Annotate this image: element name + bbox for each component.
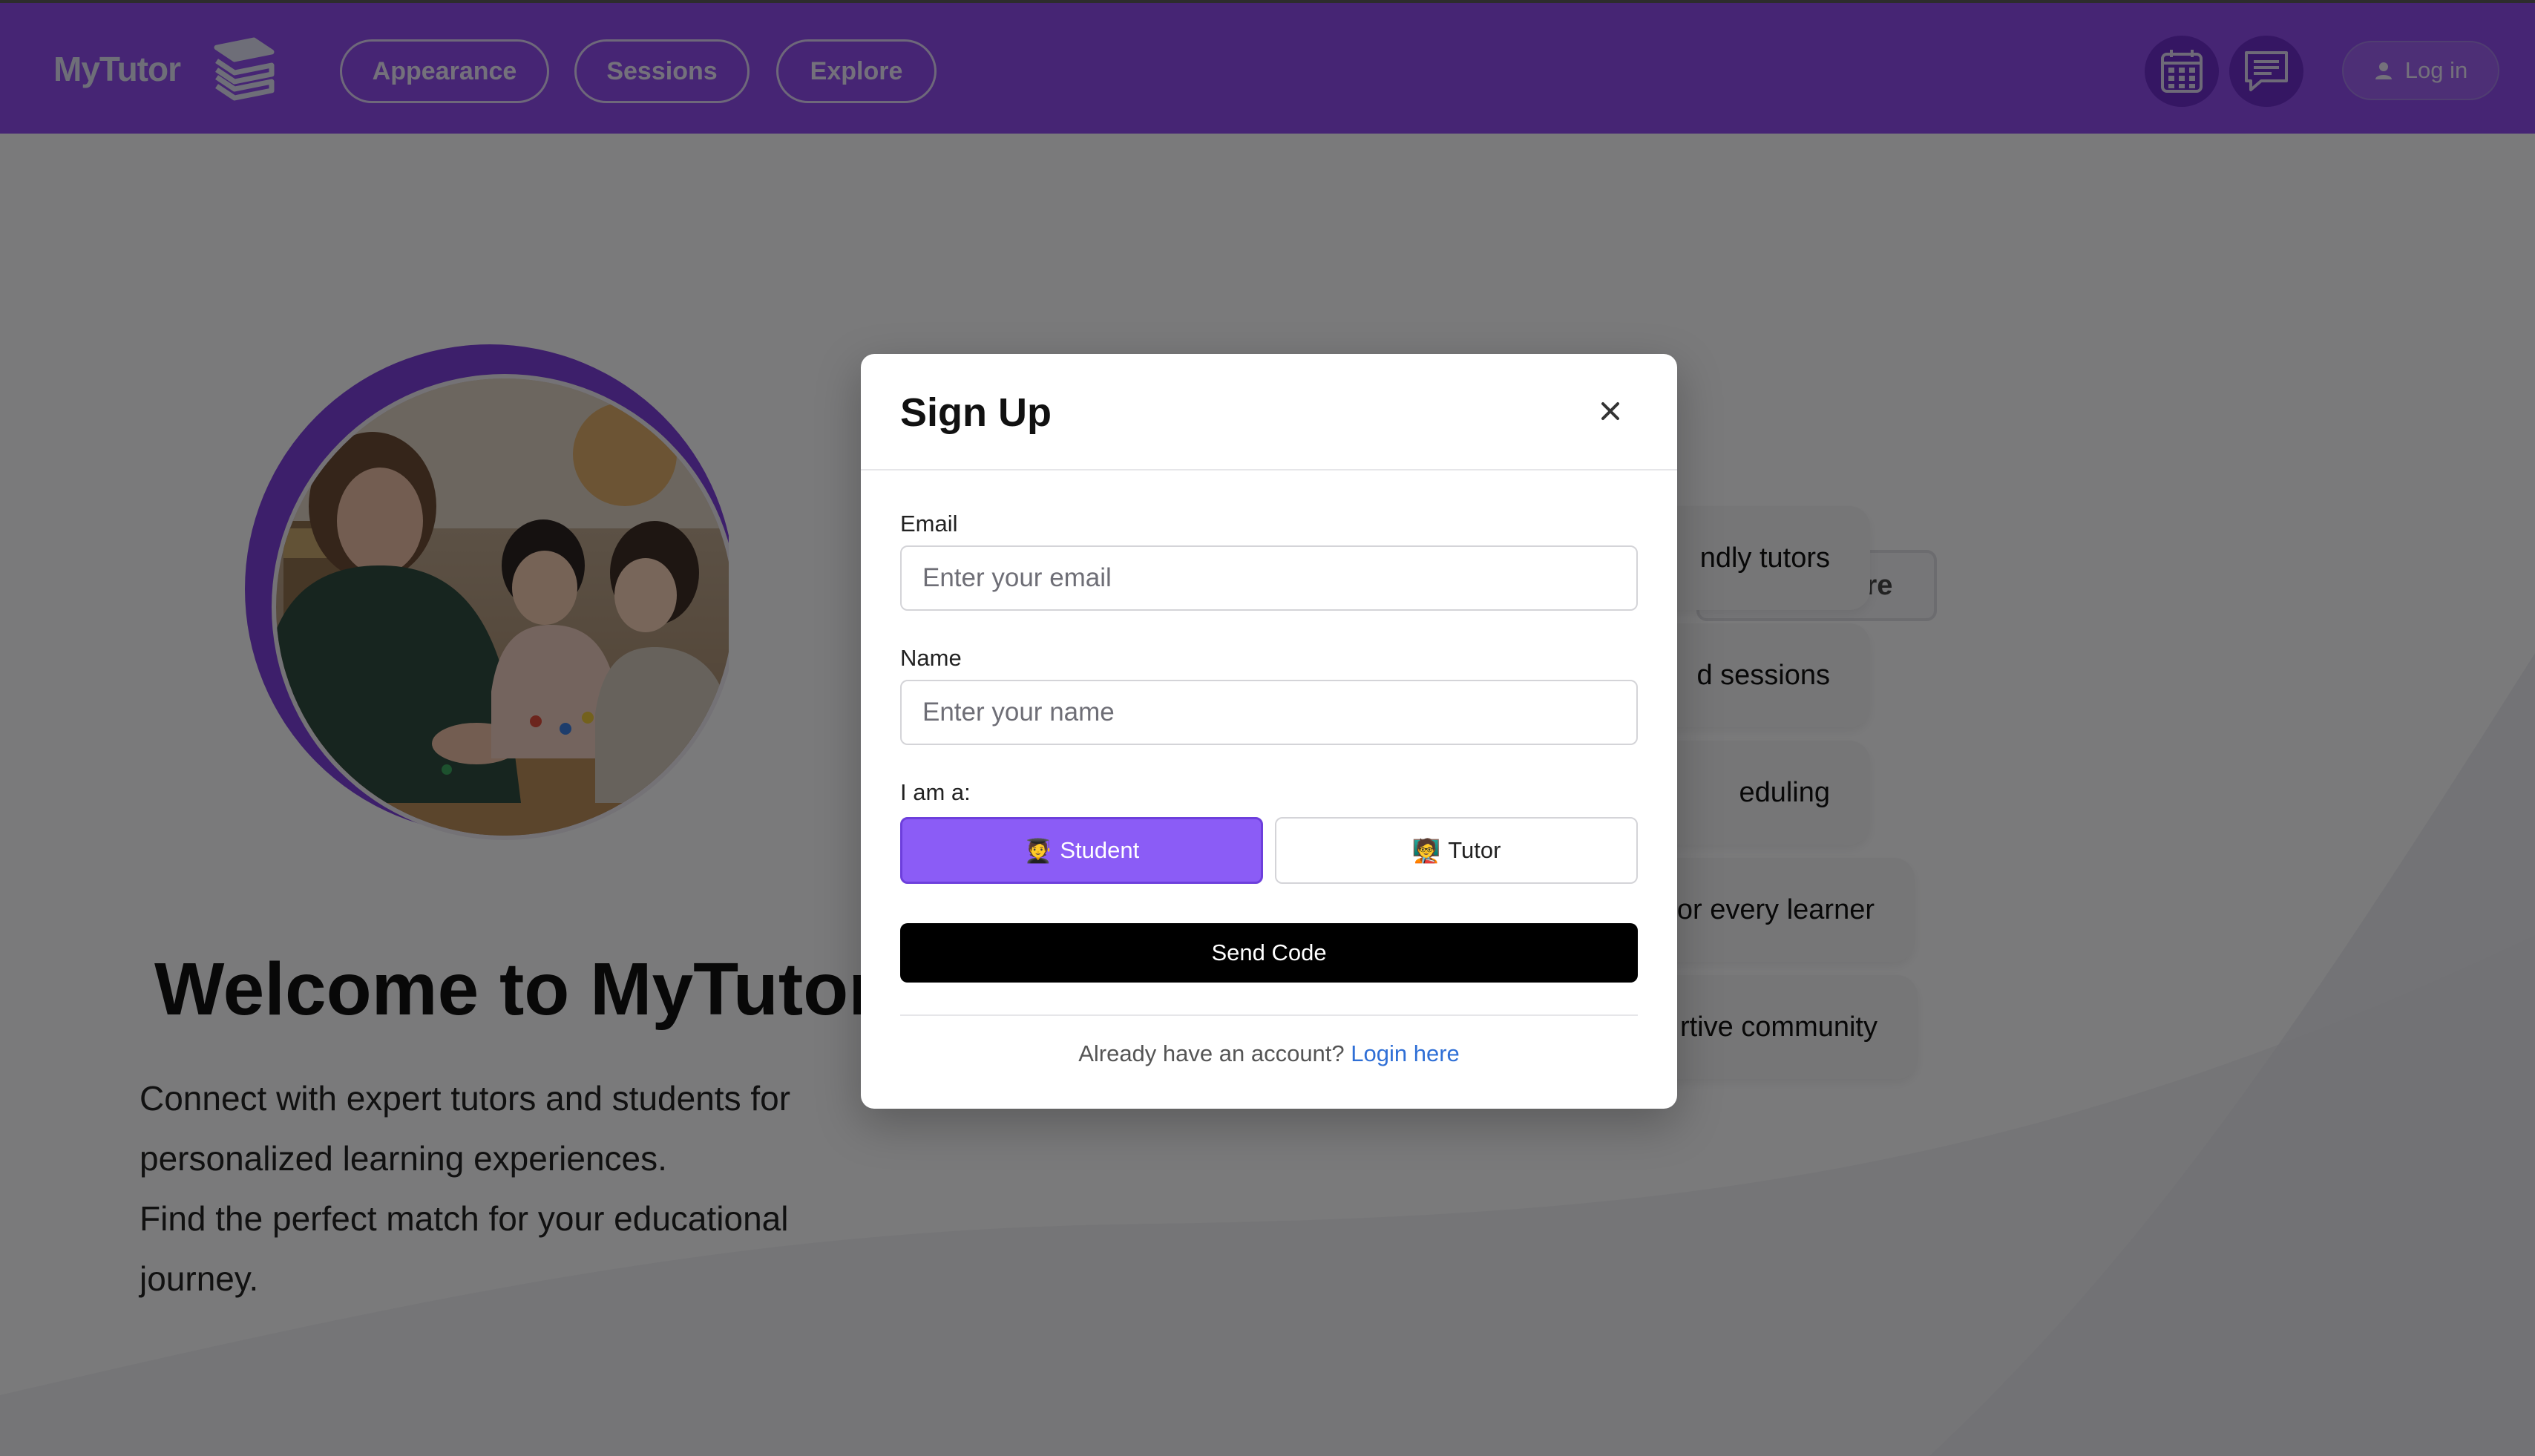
- close-icon: [1601, 402, 1619, 420]
- login-prompt-text: Already have an account?: [1078, 1040, 1345, 1066]
- name-label: Name: [900, 645, 962, 671]
- role-tutor-label: Tutor: [1448, 837, 1501, 863]
- role-tutor-button[interactable]: 🧑‍🏫 Tutor: [1275, 817, 1638, 884]
- email-label: Email: [900, 511, 958, 537]
- login-prompt: Already have an account? Login here: [861, 1040, 1677, 1067]
- name-input[interactable]: [900, 680, 1638, 745]
- role-student-label: Student: [1060, 837, 1140, 863]
- student-emoji-icon: 🧑‍🎓: [1023, 837, 1053, 864]
- login-here-link[interactable]: Login here: [1351, 1040, 1460, 1066]
- role-student-button[interactable]: 🧑‍🎓 Student: [900, 817, 1263, 884]
- role-label: I am a:: [900, 779, 971, 805]
- send-code-button[interactable]: Send Code: [900, 923, 1638, 983]
- modal-header: Sign Up: [861, 354, 1677, 470]
- signup-modal: Sign Up Email Name I am a: 🧑‍🎓 Student 🧑…: [861, 354, 1677, 1109]
- close-button[interactable]: [1592, 393, 1629, 430]
- tutor-emoji-icon: 🧑‍🏫: [1411, 837, 1441, 864]
- modal-title: Sign Up: [900, 390, 1052, 435]
- modal-divider: [900, 1014, 1638, 1016]
- email-input[interactable]: [900, 545, 1638, 611]
